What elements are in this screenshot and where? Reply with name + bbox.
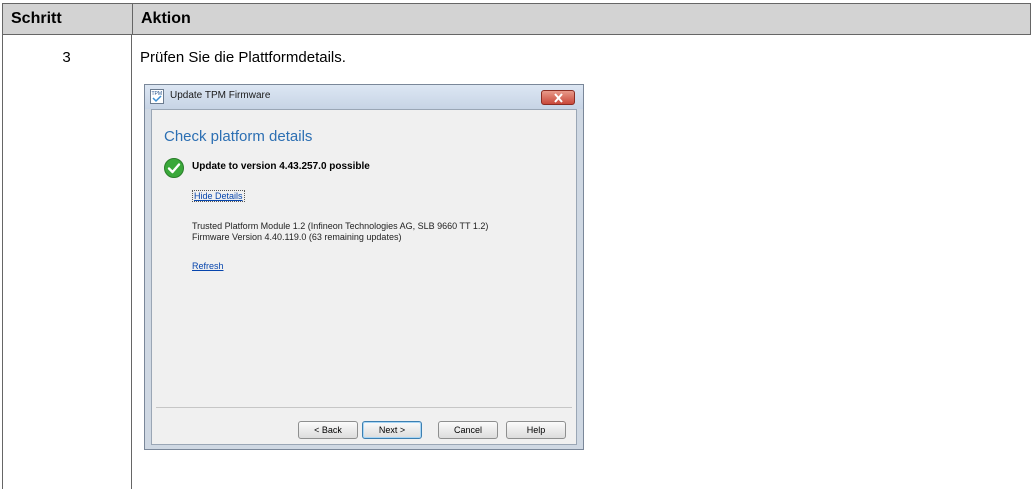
- table-header-row: Schritt Aktion: [2, 3, 1031, 35]
- header-step: Schritt: [11, 10, 62, 27]
- button-separator: [156, 407, 572, 408]
- hide-details-link[interactable]: Hide Details: [192, 190, 245, 202]
- status-message: Update to version 4.43.257.0 possible: [192, 161, 370, 172]
- help-button[interactable]: Help: [506, 421, 566, 439]
- header-action: Aktion: [141, 10, 191, 27]
- success-check-icon: [164, 158, 184, 178]
- cancel-button[interactable]: Cancel: [438, 421, 498, 439]
- firmware-version-info: Firmware Version 4.40.119.0 (63 remainin…: [192, 232, 402, 242]
- dialog-titlebar: TPM Update TPM Firmware: [145, 85, 583, 109]
- platform-module-info: Trusted Platform Module 1.2 (Infineon Te…: [192, 221, 489, 231]
- close-icon: [554, 93, 563, 103]
- table-left-border: [2, 35, 3, 489]
- update-tpm-dialog: TPM Update TPM Firmware Check platform d…: [144, 84, 584, 450]
- next-button[interactable]: Next >: [362, 421, 422, 439]
- step-instruction: Prüfen Sie die Plattformdetails.: [140, 49, 346, 66]
- column-divider: [131, 35, 132, 489]
- dialog-title: Update TPM Firmware: [170, 90, 271, 101]
- back-button[interactable]: < Back: [298, 421, 358, 439]
- close-button[interactable]: [541, 90, 575, 105]
- page-title: Check platform details: [164, 128, 313, 145]
- tpm-icon: TPM: [150, 89, 164, 104]
- refresh-link[interactable]: Refresh: [192, 261, 224, 271]
- header-divider: [132, 4, 133, 34]
- dialog-content: Check platform details Update to version…: [151, 109, 577, 445]
- step-number: 3: [62, 49, 71, 66]
